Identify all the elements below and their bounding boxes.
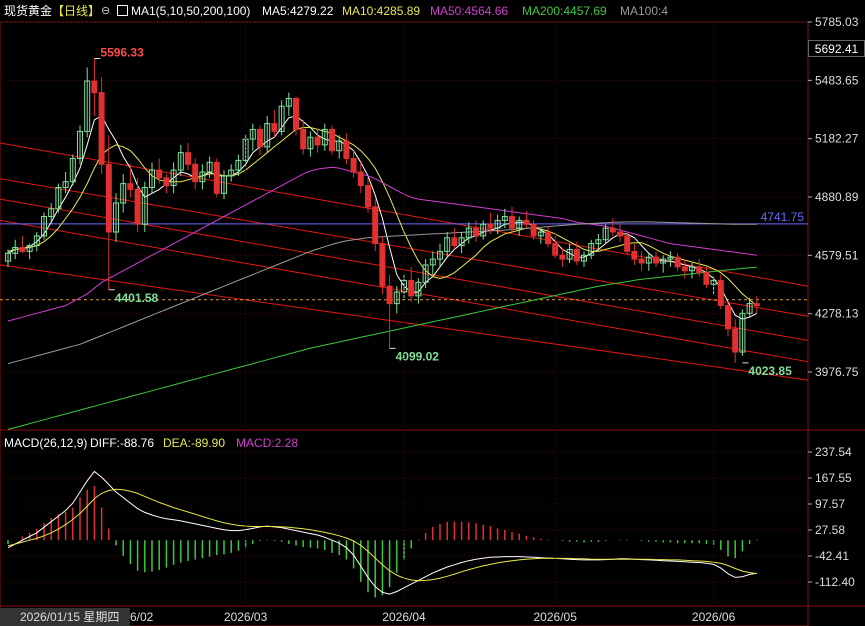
period-label[interactable]: 【日线】 <box>52 0 100 22</box>
candle-body <box>473 227 479 237</box>
time-tick-label: 2026/06 <box>692 610 736 624</box>
ma100-value: MA100:4 <box>620 4 669 18</box>
candle-body <box>134 188 141 225</box>
candle-body <box>379 243 386 287</box>
ma50-value: MA50:4564.66 <box>430 4 509 18</box>
candle-body <box>703 272 710 285</box>
candle-body <box>617 231 623 237</box>
candle-body <box>271 123 278 132</box>
candle-body <box>559 254 566 260</box>
settings-gear-icon[interactable]: ⊖ <box>101 0 110 22</box>
ma5-value: MA5:4279.22 <box>262 4 334 18</box>
macd-value: MACD:2.28 <box>236 436 299 450</box>
annotation-label: 4401.58 <box>115 291 159 305</box>
candle-body <box>624 235 631 252</box>
candle-body <box>509 216 515 229</box>
ma10-value: MA10:4285.89 <box>342 4 421 18</box>
symbol-title: 现货黄金 <box>4 4 53 18</box>
price-tick-label: 3976.75 <box>815 365 859 379</box>
candle-body <box>127 183 134 190</box>
candle-body <box>451 237 458 247</box>
candle-body <box>192 163 199 183</box>
macd-tick-label: 97.57 <box>815 497 845 511</box>
candle-body <box>163 177 170 187</box>
candle-body <box>386 285 393 305</box>
last-price-box: 5692.41 <box>808 40 865 57</box>
candle-body <box>357 171 364 187</box>
macd-diff-value: DIFF:-88.76 <box>90 436 155 450</box>
macd-histogram <box>7 486 758 598</box>
candle-body <box>717 279 724 307</box>
candle-body <box>609 227 616 233</box>
indicator-toggle-icon[interactable] <box>117 5 128 16</box>
candle-body <box>185 152 191 165</box>
plot-frame <box>0 21 809 626</box>
candle-body <box>696 266 703 274</box>
candle-body <box>631 250 638 260</box>
price-axis: 5785.035483.655182.274880.894579.514278.… <box>808 15 859 379</box>
macd-tick-label: 237.54 <box>815 445 852 459</box>
candle-body <box>545 231 551 245</box>
candle-body <box>681 266 688 272</box>
date-tail-label: 6/02 <box>130 610 154 624</box>
candle-body <box>732 328 739 353</box>
candle-body <box>98 92 105 165</box>
candle-body <box>365 185 371 208</box>
candle-body <box>329 128 335 152</box>
candle-body <box>213 161 220 194</box>
annotation-label: 4099.02 <box>396 349 440 363</box>
resistance-label: 4741.75 <box>761 210 805 224</box>
annotation-label: 4023.85 <box>748 364 792 378</box>
time-tick-label: 2026/05 <box>534 610 578 624</box>
candle-body <box>523 219 530 225</box>
candle-body <box>573 248 580 262</box>
crosshair-date: 2026/01/15 星期四 <box>20 610 120 624</box>
macd-tick-label: 27.58 <box>815 523 845 537</box>
candle-body <box>725 305 731 330</box>
candle-body <box>653 256 659 264</box>
price-tick-label: 4880.89 <box>815 190 859 204</box>
candle-body <box>487 223 494 229</box>
candle-body <box>257 128 263 148</box>
indicator-header: 现货黄金 【日线】 ⊖ MA1(5,10,50,200,100) MA5:427… <box>0 0 865 22</box>
candle-body <box>156 169 163 179</box>
macd-tick-label: -112.40 <box>815 575 855 589</box>
macd-tick-label: 167.55 <box>815 471 852 485</box>
candle-body <box>638 258 645 264</box>
candle-body <box>530 223 537 237</box>
candle-body <box>408 279 415 297</box>
time-axis: 2026/03 2026/04 2026/05 2026/06 <box>224 22 736 624</box>
candle-body <box>91 80 98 94</box>
candle-body <box>105 163 112 233</box>
price-tick-label: 4278.13 <box>815 307 859 321</box>
macd-axis: 237.54 167.55 97.57 27.58 -42.41 -112.40 <box>808 445 855 589</box>
macd-params[interactable]: MACD(26,12,9) <box>4 434 87 452</box>
price-tick-label: 4579.51 <box>815 248 859 262</box>
annotation-label: 5596.33 <box>100 46 144 60</box>
candle-body <box>19 246 26 252</box>
candle-body <box>552 243 559 256</box>
candle-body <box>372 206 379 245</box>
ma-params[interactable]: MA1(5,10,50,200,100) <box>131 0 250 22</box>
crosshair-date-box: 2026/01/15 星期四 <box>0 608 130 626</box>
candle-body <box>674 256 681 268</box>
price-tick-label: 5483.65 <box>815 73 859 87</box>
candle-body <box>343 140 350 159</box>
macd-dea-value: DEA:-89.90 <box>163 436 226 450</box>
macd-header: MACD(26,12,9) DIFF:-88.76 DEA:-89.90 MAC… <box>0 434 600 452</box>
time-tick-label: 2026/03 <box>224 610 268 624</box>
price-tick-label: 5182.27 <box>815 132 859 146</box>
chart-canvas[interactable]: 4741.75 5596.334401.584099.024023.85 578… <box>0 0 865 626</box>
ma200-value: MA200:4457.69 <box>522 4 607 18</box>
candle-body <box>350 157 357 173</box>
time-tick-label: 2026/04 <box>382 610 426 624</box>
candle-body <box>300 128 307 150</box>
macd-tick-label: -42.41 <box>815 549 849 563</box>
candle-body <box>314 136 321 146</box>
candle-body <box>293 97 299 130</box>
candle-body <box>753 303 760 307</box>
